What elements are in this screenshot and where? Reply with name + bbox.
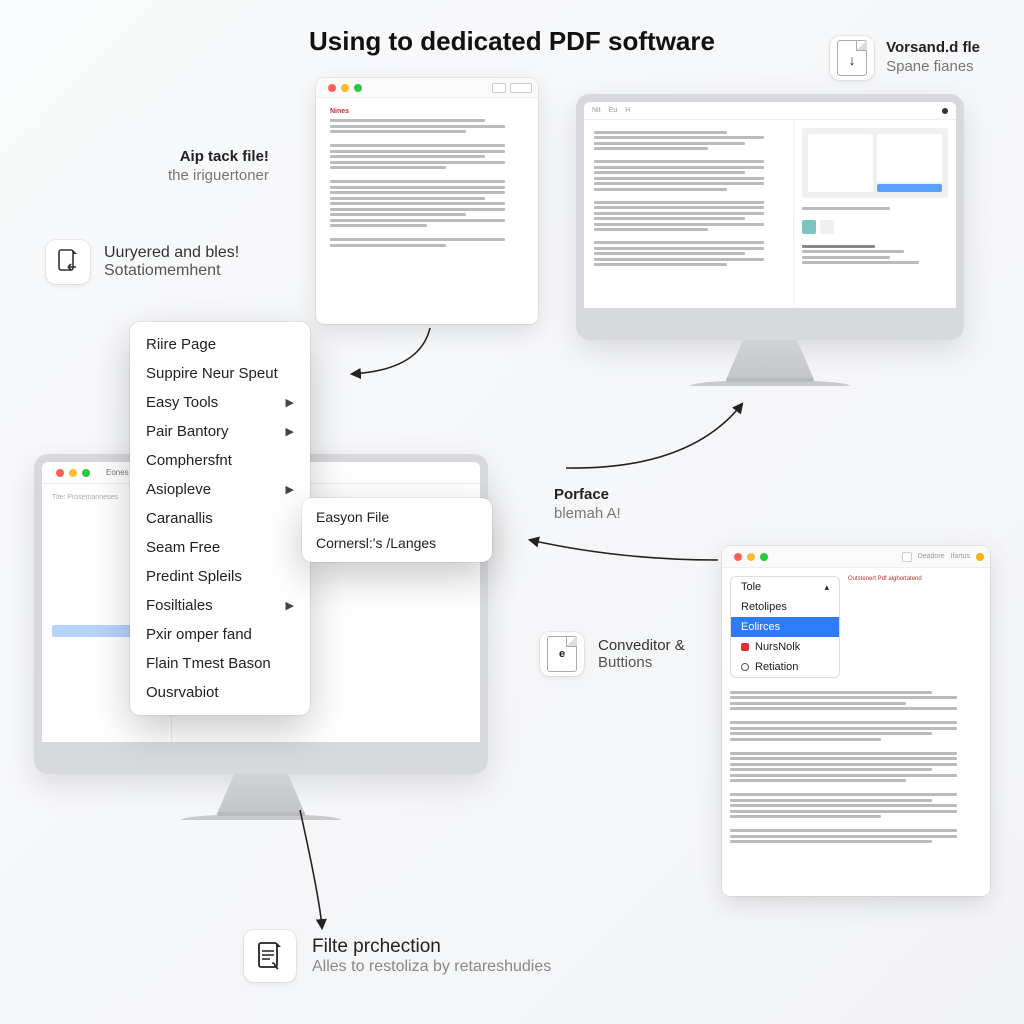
menu-item[interactable]: Asiopleve▶: [130, 475, 310, 504]
document-arrow-icon: [46, 240, 90, 284]
chevron-up-icon: ▴: [824, 582, 829, 593]
submenu-item[interactable]: Easyon File: [302, 504, 492, 530]
red-square-icon: [741, 643, 749, 651]
menu-item[interactable]: Caranallis: [130, 504, 310, 533]
dropdown-option[interactable]: Tole▴: [731, 577, 839, 597]
menu-item[interactable]: Comphersfnt: [130, 446, 310, 475]
editor-window-right: Deadore Ifartus Tole▴RetolipesEolircesNu…: [722, 546, 990, 896]
doc-heading: Nines: [330, 108, 524, 115]
download-line2: Spane fianes: [886, 58, 974, 75]
menu-item[interactable]: Predint Spleils: [130, 562, 310, 591]
doc-label-line2: the iriguertoner: [168, 167, 269, 184]
document-preview-window: Nines: [316, 78, 538, 324]
bottom-callout: Filte prchection Alles to restoliza by r…: [312, 936, 551, 976]
dropdown-option[interactable]: Retiation: [731, 657, 839, 677]
dropdown-option[interactable]: Retolipes: [731, 597, 839, 617]
dropdown-option[interactable]: Eolirces: [731, 617, 839, 637]
protection-icon: [244, 930, 296, 982]
context-menu[interactable]: Riire PageSuppire Neur SpeutEasy Tools▶P…: [130, 322, 310, 715]
chevron-right-icon: ▶: [286, 396, 294, 409]
ring-icon: [741, 663, 749, 671]
menu-item[interactable]: Riire Page: [130, 330, 310, 359]
menu-item[interactable]: Easy Tools▶: [130, 388, 310, 417]
menu-item[interactable]: Flain Tmest Bason: [130, 649, 310, 678]
chevron-right-icon: ▶: [286, 599, 294, 612]
menu-item[interactable]: Pair Bantory▶: [130, 417, 310, 446]
imac-right: NitEuH: [576, 94, 964, 386]
convert-callout: Conveditor & Buttions: [598, 637, 685, 671]
menu-item[interactable]: Suppire Neur Speut: [130, 359, 310, 388]
menu-item[interactable]: Ousrvabiot: [130, 678, 310, 707]
context-submenu[interactable]: Easyon FileCornersl:'s /Langes: [302, 498, 492, 562]
download-file-icon: ↓: [830, 36, 874, 80]
submenu-item[interactable]: Cornersl:'s /Langes: [302, 530, 492, 556]
chevron-right-icon: ▶: [286, 425, 294, 438]
porface-line2: blemah A!: [554, 505, 621, 522]
menu-item[interactable]: Fosiltiales▶: [130, 591, 310, 620]
menu-item[interactable]: Pxir omper fand: [130, 620, 310, 649]
left-feature-callout: Uuryered and bles! Sotatiomemhent: [104, 244, 239, 280]
dropdown-option[interactable]: NursNolk: [731, 637, 839, 657]
download-line1: Vorsand.d fle: [886, 39, 980, 58]
menu-item[interactable]: Seam Free: [130, 533, 310, 562]
page-convert-icon: e: [540, 632, 584, 676]
dropdown-menu[interactable]: Tole▴RetolipesEolircesNursNolkRetiation: [730, 576, 840, 678]
porface-line1: Porface: [554, 486, 621, 505]
doc-label-line1: Aip tack file!: [168, 148, 269, 167]
chevron-right-icon: ▶: [286, 483, 294, 496]
